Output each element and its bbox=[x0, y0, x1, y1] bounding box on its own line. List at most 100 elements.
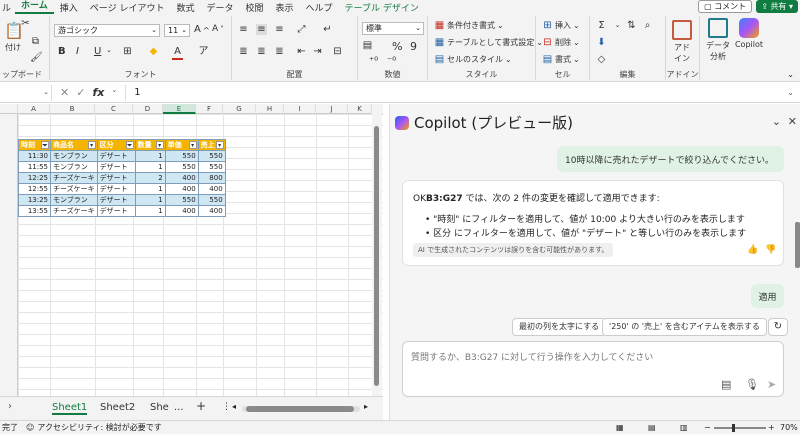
table-cell[interactable]: 1 bbox=[134, 194, 166, 206]
number-format-select[interactable]: 標準 ⌄ bbox=[362, 22, 424, 35]
zoom-slider[interactable] bbox=[714, 424, 766, 432]
table-cell[interactable]: 400 bbox=[197, 183, 226, 195]
table-cell[interactable]: 400 bbox=[164, 183, 199, 195]
table-cell[interactable]: 400 bbox=[164, 205, 199, 217]
prompt-gallery-icon[interactable]: ▤ bbox=[721, 378, 731, 391]
column-header-k[interactable]: K bbox=[348, 104, 372, 114]
normal-view-icon[interactable]: ▦ bbox=[616, 423, 624, 432]
currency-icon[interactable]: ▤ bbox=[362, 40, 373, 51]
comment-button[interactable]: ▢ コメント bbox=[698, 0, 753, 13]
tab-view[interactable]: 表示 bbox=[270, 1, 300, 14]
column-header-a[interactable]: A bbox=[18, 104, 50, 114]
table-cell[interactable]: 11:55 bbox=[18, 161, 51, 173]
scroll-right-icon[interactable]: ▸ bbox=[364, 402, 368, 411]
table-header-cell[interactable]: 区分 ⏷ bbox=[96, 139, 136, 151]
table-cell[interactable]: チーズケーキ bbox=[50, 183, 98, 195]
sheet-tab-sheet2[interactable]: Sheet2 bbox=[100, 402, 135, 413]
table-cell[interactable]: 400 bbox=[164, 172, 199, 184]
tab-home[interactable]: ホーム bbox=[15, 0, 54, 14]
select-all-corner[interactable] bbox=[0, 104, 18, 114]
column-header-h[interactable]: H bbox=[256, 104, 284, 114]
copilot-ribbon-button[interactable]: Copilot bbox=[734, 18, 764, 49]
thumbs-up-icon[interactable]: 👍 bbox=[747, 245, 758, 255]
table-cell[interactable]: 12:55 bbox=[18, 183, 51, 195]
column-header-i[interactable]: I bbox=[284, 104, 316, 114]
underline-button[interactable]: U bbox=[94, 46, 101, 57]
italic-button[interactable]: I bbox=[76, 46, 79, 57]
tab-table-design[interactable]: テーブル デザイン bbox=[339, 1, 425, 14]
table-cell[interactable]: チーズケーキ bbox=[50, 205, 98, 217]
comma-button[interactable]: 9 bbox=[410, 40, 417, 53]
table-cell[interactable]: 12:25 bbox=[18, 172, 51, 184]
bold-button[interactable]: B bbox=[58, 46, 66, 57]
font-name-select[interactable]: 游ゴシック ⌄ bbox=[54, 24, 160, 37]
table-cell[interactable]: デザート bbox=[96, 161, 136, 173]
data-table[interactable]: 時刻 ⏷ 商品名 ▾ 区分 ⏷ 数量 ▾ 単価 ▾ 売上 ▾ 11:30 モンブラン デザート 1… bbox=[18, 139, 226, 217]
conditional-format-button[interactable]: ▦ 条件付き書式 ⌄ bbox=[434, 20, 504, 31]
table-cell[interactable]: 1 bbox=[134, 150, 166, 162]
grow-font-button[interactable]: A ^ bbox=[194, 24, 210, 35]
dropdown-icon[interactable]: ▾ bbox=[87, 141, 96, 149]
align-middle-icon[interactable]: ≡ bbox=[256, 24, 267, 35]
tab-insert[interactable]: 挿入 bbox=[54, 1, 84, 14]
add-sheet-button[interactable]: + bbox=[196, 399, 206, 413]
thumbs-down-icon[interactable]: 👎 bbox=[765, 245, 776, 255]
clear-icon[interactable]: ◇ bbox=[596, 54, 607, 65]
align-top-icon[interactable]: ≡ bbox=[238, 24, 249, 35]
table-cell[interactable]: 2 bbox=[134, 172, 166, 184]
fill-color-icon[interactable]: ◆ bbox=[148, 46, 159, 57]
pane-scrollbar[interactable] bbox=[795, 222, 800, 268]
dropdown-icon[interactable]: ▾ bbox=[215, 141, 224, 149]
align-bottom-icon[interactable]: ≡ bbox=[274, 24, 285, 35]
scroll-left-icon[interactable]: ◂ bbox=[232, 402, 236, 411]
table-cell[interactable]: デザート bbox=[96, 172, 136, 184]
align-right-icon[interactable]: ≣ bbox=[274, 46, 285, 57]
vertical-scrollbar[interactable] bbox=[372, 104, 382, 396]
phonetic-icon[interactable]: ア bbox=[198, 46, 209, 57]
table-cell[interactable]: 1 bbox=[134, 183, 166, 195]
column-header-j[interactable]: J bbox=[316, 104, 348, 114]
cell-styles-button[interactable]: ▤ セルのスタイル ⌄ bbox=[434, 54, 512, 65]
data-analysis-button[interactable]: データ 分析 bbox=[704, 18, 732, 62]
sheet-tab-sheet1[interactable]: Sheet1 bbox=[52, 402, 88, 415]
table-cell[interactable]: モンブラン bbox=[50, 194, 98, 206]
table-header-cell[interactable]: 数量 ▾ bbox=[134, 139, 166, 151]
merge-icon[interactable]: ⊟ bbox=[332, 46, 343, 57]
composer-placeholder[interactable]: 質問するか、B3:G27 に対して行う操作を入力してください bbox=[411, 350, 653, 363]
cut-icon[interactable]: ✂ bbox=[20, 18, 31, 29]
underline-dropdown[interactable]: ⌄ bbox=[106, 46, 112, 54]
copy-icon[interactable]: ⧉ bbox=[30, 36, 41, 47]
filter-icon[interactable]: ⏷ bbox=[41, 141, 49, 149]
column-header-f[interactable]: F bbox=[196, 104, 223, 114]
borders-icon[interactable]: ⊞ bbox=[122, 46, 133, 57]
insert-cells-button[interactable]: ⊞ 挿入 ⌄ bbox=[542, 20, 579, 31]
page-layout-view-icon[interactable]: ▤ bbox=[648, 423, 656, 432]
column-header-b[interactable]: B bbox=[50, 104, 95, 114]
zoom-in-icon[interactable]: + bbox=[768, 423, 775, 432]
enter-icon[interactable]: ✓ bbox=[76, 86, 85, 99]
dropdown-icon[interactable]: ▾ bbox=[155, 141, 164, 149]
table-header-cell[interactable]: 売上 ▾ bbox=[197, 139, 226, 151]
paste-button[interactable]: ✂ 📋 付け bbox=[4, 18, 30, 53]
table-cell[interactable]: デザート bbox=[96, 205, 136, 217]
table-cell[interactable]: 550 bbox=[197, 194, 226, 206]
more-sheets-button[interactable]: ... bbox=[174, 402, 184, 413]
delete-cells-button[interactable]: ⊟ 削除 ⌄ bbox=[542, 37, 579, 48]
refresh-icon[interactable]: ↻ bbox=[768, 318, 788, 336]
align-left-icon[interactable]: ≣ bbox=[238, 46, 249, 57]
chevron-right-icon[interactable]: › bbox=[8, 401, 12, 412]
chevron-down-icon[interactable]: ⌄ bbox=[772, 115, 781, 128]
filter-icon[interactable]: ⏷ bbox=[125, 141, 134, 149]
format-as-table-button[interactable]: ▦ テーブルとして書式設定 ⌄ bbox=[434, 37, 543, 48]
dropdown-icon[interactable]: ▾ bbox=[188, 141, 197, 149]
autosum-dropdown[interactable]: ⌄ bbox=[612, 20, 623, 31]
autosum-icon[interactable]: Σ bbox=[596, 20, 607, 31]
tab-file-partial[interactable]: ル bbox=[0, 1, 15, 14]
table-cell[interactable]: 550 bbox=[164, 150, 199, 162]
cancel-icon[interactable]: ✕ bbox=[60, 86, 69, 99]
table-cell[interactable]: モンブラン bbox=[50, 161, 98, 173]
shrink-font-button[interactable]: A ˅ bbox=[212, 24, 224, 34]
table-header-cell[interactable]: 時刻 ⏷ bbox=[18, 139, 51, 151]
find-icon[interactable]: ⌕ bbox=[642, 20, 653, 31]
insert-function-button[interactable]: fx bbox=[92, 86, 104, 99]
